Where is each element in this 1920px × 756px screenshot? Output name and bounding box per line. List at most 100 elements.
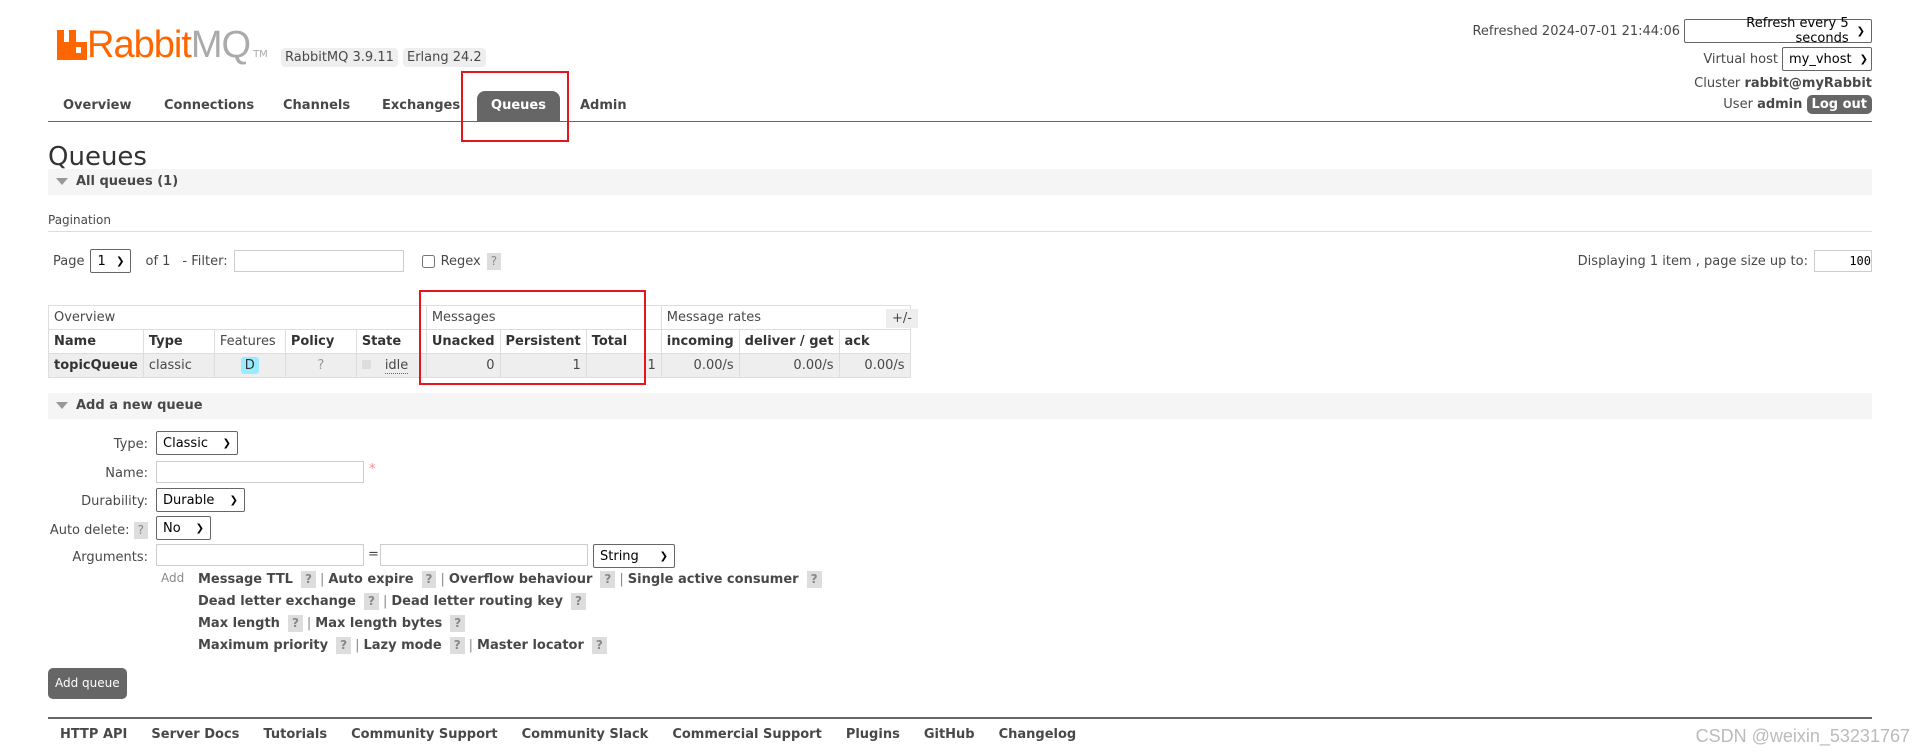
- page-select[interactable]: 1 ❯: [90, 249, 132, 273]
- chevron-down-icon: ❯: [195, 522, 204, 534]
- highlight-box: [461, 71, 569, 142]
- argument-help-button[interactable]: ?: [336, 637, 352, 654]
- equals-sign: =: [368, 547, 379, 562]
- separator: |: [440, 572, 445, 587]
- argument-value-input[interactable]: [380, 544, 588, 566]
- chevron-down-icon: ❯: [229, 494, 238, 506]
- argument-shortcut-link[interactable]: Max length: [198, 616, 280, 631]
- add-queue-button[interactable]: Add queue: [48, 668, 127, 699]
- regex-label: Regex: [440, 253, 481, 269]
- argument-help-button[interactable]: ?: [449, 637, 465, 654]
- footer-link[interactable]: Server Docs: [151, 727, 239, 742]
- vhost-value: my_vhost: [1789, 51, 1852, 67]
- col-state[interactable]: State: [355, 329, 427, 354]
- argument-help-button[interactable]: ?: [806, 571, 822, 588]
- erlang-badge: Erlang 24.2: [403, 48, 486, 67]
- version-badge: RabbitMQ 3.9.11: [281, 48, 398, 67]
- argument-shortcut-link[interactable]: Single active consumer: [628, 572, 799, 587]
- argument-shortcut-link[interactable]: Overflow behaviour: [449, 572, 593, 587]
- chevron-down-icon: ❯: [659, 550, 668, 562]
- col-name[interactable]: Name: [48, 329, 144, 354]
- argument-key-input[interactable]: [156, 544, 364, 566]
- required-marker: *: [369, 462, 376, 477]
- argument-shortcut-link[interactable]: Dead letter routing key: [391, 594, 563, 609]
- argument-help-button[interactable]: ?: [450, 615, 466, 632]
- footer-link[interactable]: Tutorials: [263, 727, 327, 742]
- argument-shortcut-link[interactable]: Auto expire: [328, 572, 413, 587]
- queue-state: idle: [384, 358, 409, 374]
- queue-deliver-get: 0.00/s: [738, 353, 840, 378]
- separator: |: [306, 616, 312, 631]
- type-select[interactable]: Classic ❯: [156, 431, 238, 455]
- footer-link[interactable]: GitHub: [924, 727, 975, 742]
- col-type[interactable]: Type: [142, 329, 215, 354]
- filter-input[interactable]: [233, 250, 404, 272]
- refreshed-label: Refreshed 2024-07-01 21:44:06: [1472, 23, 1680, 39]
- argument-help-button[interactable]: ?: [300, 571, 316, 588]
- highlight-box: [419, 290, 646, 385]
- queue-name-link[interactable]: topicQueue: [48, 353, 144, 378]
- type-label: Type:: [113, 437, 148, 452]
- col-incoming[interactable]: incoming: [660, 329, 740, 354]
- col-features[interactable]: Features: [213, 329, 286, 354]
- tab-connections[interactable]: Connections: [149, 91, 269, 121]
- argument-help-button[interactable]: ?: [363, 593, 379, 610]
- regex-checkbox[interactable]: [421, 254, 435, 268]
- page-value: 1: [97, 253, 106, 269]
- argument-shortcut-link[interactable]: Message TTL: [198, 572, 293, 587]
- argument-type-value: String: [600, 548, 639, 564]
- argument-type-select[interactable]: String ❯: [593, 544, 675, 568]
- durability-select[interactable]: Durable ❯: [156, 488, 245, 512]
- footer-link[interactable]: Community Slack: [522, 727, 649, 742]
- footer-link[interactable]: HTTP API: [60, 727, 127, 742]
- regex-help-button[interactable]: ?: [486, 252, 502, 270]
- all-queues-toggle[interactable]: All queues (1): [48, 169, 1872, 195]
- watermark: CSDN @weixin_53231767: [1695, 726, 1910, 746]
- refresh-value: Refresh every 5 seconds: [1746, 16, 1849, 46]
- refresh-select[interactable]: Refresh every 5 seconds ❯: [1684, 16, 1872, 46]
- argument-shortcuts-row: Maximum priority? | Lazy mode? | Master loca…: [198, 637, 607, 654]
- add-queue-toggle[interactable]: Add a new queue: [48, 393, 1872, 419]
- rabbit-logo-icon: [57, 30, 87, 60]
- triangle-down-icon: [56, 178, 68, 185]
- vhost-select[interactable]: my_vhost ❯: [1782, 47, 1872, 71]
- durability-value: Durable: [163, 492, 215, 508]
- logo-text: RabbitMQ: [87, 24, 251, 66]
- argument-shortcut-link[interactable]: Dead letter exchange: [198, 594, 356, 609]
- argument-help-button[interactable]: ?: [421, 571, 437, 588]
- columns-toggle-button[interactable]: +/-: [886, 309, 918, 328]
- page-size-input[interactable]: [1814, 250, 1872, 272]
- argument-help-button[interactable]: ?: [287, 615, 303, 632]
- argument-shortcut-link[interactable]: Master locator: [477, 638, 584, 653]
- separator: |: [619, 572, 624, 587]
- chevron-down-icon: ❯: [1859, 53, 1869, 65]
- queue-policy: ?: [284, 353, 357, 378]
- argument-shortcut-link[interactable]: Max length bytes: [315, 616, 442, 631]
- col-deliver-get[interactable]: deliver / get: [738, 329, 840, 354]
- type-value: Classic: [163, 435, 208, 451]
- chevron-down-icon: ❯: [1856, 25, 1865, 37]
- col-ack[interactable]: ack: [838, 329, 911, 354]
- footer-link[interactable]: Changelog: [999, 727, 1077, 742]
- argument-shortcut-link[interactable]: Maximum priority: [198, 638, 328, 653]
- col-policy[interactable]: Policy: [284, 329, 357, 354]
- tab-channels[interactable]: Channels: [268, 91, 365, 121]
- argument-help-button[interactable]: ?: [591, 637, 607, 654]
- argument-shortcut-link[interactable]: Lazy mode: [363, 638, 441, 653]
- footer-link[interactable]: Commercial Support: [672, 727, 822, 742]
- queue-name-input[interactable]: [156, 461, 364, 483]
- auto-delete-help-button[interactable]: ?: [133, 522, 148, 539]
- auto-delete-select[interactable]: No ❯: [156, 516, 211, 540]
- add-queue-heading: Add a new queue: [76, 398, 203, 413]
- page-title: Queues: [48, 142, 147, 172]
- argument-help-button[interactable]: ?: [570, 593, 586, 610]
- chevron-down-icon: ❯: [116, 255, 125, 267]
- name-label: Name:: [105, 466, 148, 481]
- tab-exchanges[interactable]: Exchanges: [367, 91, 475, 121]
- tab-overview[interactable]: Overview: [48, 91, 147, 121]
- tab-admin[interactable]: Admin: [565, 91, 642, 121]
- footer-link[interactable]: Community Support: [351, 727, 498, 742]
- argument-help-button[interactable]: ?: [600, 571, 616, 588]
- footer-link[interactable]: Plugins: [846, 727, 900, 742]
- argument-shortcuts-row: Dead letter exchange? | Dead letter routin…: [198, 593, 586, 610]
